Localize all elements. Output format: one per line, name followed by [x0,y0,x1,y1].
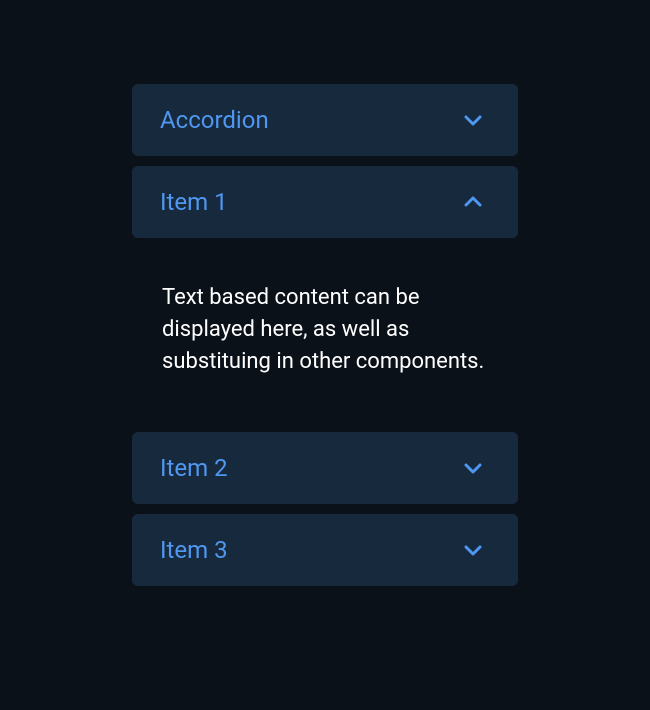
chevron-down-icon [462,457,484,479]
accordion-item-3: Item 3 [132,514,518,586]
accordion-title: Item 1 [160,188,228,216]
accordion-title: Item 2 [160,454,228,482]
accordion-item-0: Accordion [132,84,518,156]
chevron-down-icon [462,109,484,131]
accordion-header-0[interactable]: Accordion [132,84,518,156]
accordion: Accordion Item 1 Text based content can … [132,84,518,710]
accordion-content: Text based content can be displayed here… [132,238,518,422]
accordion-item-2: Item 2 [132,432,518,504]
chevron-down-icon [462,539,484,561]
accordion-header-3[interactable]: Item 3 [132,514,518,586]
accordion-title: Item 3 [160,536,228,564]
accordion-header-2[interactable]: Item 2 [132,432,518,504]
accordion-item-1: Item 1 Text based content can be display… [132,166,518,422]
accordion-header-1[interactable]: Item 1 [132,166,518,238]
accordion-title: Accordion [160,106,269,134]
chevron-up-icon [462,191,484,213]
